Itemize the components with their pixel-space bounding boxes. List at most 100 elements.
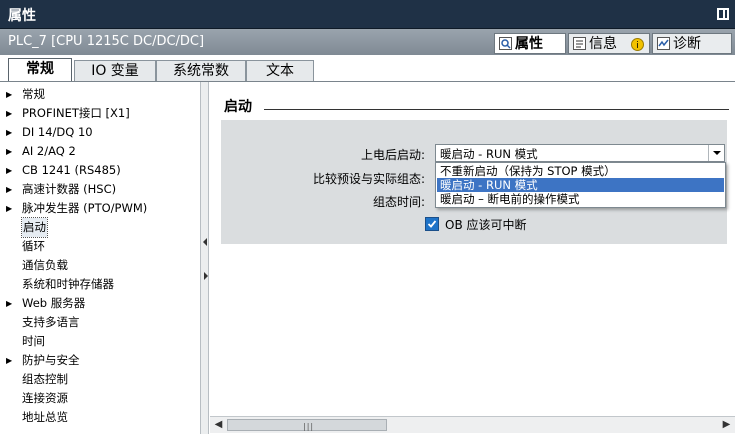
tree-item[interactable]: ▶ 防护与安全 bbox=[0, 351, 196, 370]
properties-tab-label: 属性 bbox=[515, 36, 543, 52]
diagnostics-tab-label: 诊断 bbox=[673, 36, 701, 52]
tab-io-tags-label: IO 变量 bbox=[91, 63, 139, 79]
panel-title: 属性 bbox=[8, 8, 36, 24]
property-tabs: 常规 IO 变量 系统常数 文本 bbox=[0, 55, 735, 83]
option-label: 暖启动 - RUN 模式 bbox=[440, 178, 538, 192]
compare-label: 比较预设与实际组态: bbox=[312, 172, 425, 186]
scroll-right-icon[interactable]: ▶ bbox=[719, 418, 734, 432]
option-label: 暖启动 – 断电前的操作模式 bbox=[440, 192, 580, 206]
device-header: PLC_7 [CPU 1215C DC/DC/DC] 属性 信息 i 诊断 bbox=[0, 29, 735, 55]
option-warm-restart-run[interactable]: 暖启动 - RUN 模式 bbox=[437, 178, 724, 192]
tab-io-tags[interactable]: IO 变量 bbox=[74, 60, 156, 82]
tree-item-label: 通信负载 bbox=[22, 258, 68, 272]
startup-panel: 上电后启动: 比较预设与实际组态: 组态时间: 暖启动 - RUN 模式 不重新… bbox=[221, 120, 727, 244]
info-tab[interactable]: 信息 i bbox=[568, 33, 650, 54]
tab-general[interactable]: 常规 bbox=[8, 58, 72, 83]
tree-item[interactable]: 连接资源 bbox=[0, 389, 196, 408]
tree-item-label: 系统和时钟存储器 bbox=[22, 277, 114, 291]
tab-general-label: 常规 bbox=[26, 61, 54, 77]
checkmark-icon bbox=[427, 220, 437, 228]
tree-item[interactable]: ▶ AI 2/AQ 2 bbox=[0, 142, 196, 161]
tree-item[interactable]: 时间 bbox=[0, 332, 196, 351]
diagnostics-tab[interactable]: 诊断 bbox=[652, 33, 732, 54]
tree-item[interactable]: 启动 bbox=[0, 217, 196, 238]
tree-item[interactable]: ▶ CB 1241 (RS485) bbox=[0, 161, 196, 180]
scrollbar-thumb[interactable]: ||| bbox=[227, 419, 387, 431]
info-list-icon bbox=[573, 37, 586, 50]
expand-arrow-icon[interactable]: ▶ bbox=[6, 180, 12, 199]
startup-select[interactable]: 暖启动 - RUN 模式 bbox=[435, 144, 725, 162]
device-name: PLC_7 [CPU 1215C DC/DC/DC] bbox=[8, 34, 205, 49]
tree-item-label: 支持多语言 bbox=[22, 315, 80, 329]
tree-item-label: 脉冲发生器 (PTO/PWM) bbox=[22, 201, 148, 215]
tree-item-label: CB 1241 (RS485) bbox=[22, 163, 121, 177]
option-warm-restart-previous[interactable]: 暖启动 – 断电前的操作模式 bbox=[437, 192, 724, 206]
tree-item[interactable]: ▶ Web 服务器 bbox=[0, 294, 196, 313]
tree-item[interactable]: ▶ 脉冲发生器 (PTO/PWM) bbox=[0, 199, 196, 218]
panel-titlebar: 属性 bbox=[0, 0, 735, 29]
tree-item[interactable]: 系统和时钟存储器 bbox=[0, 275, 196, 294]
content-area: 启动 上电后启动: 比较预设与实际组态: 组态时间: 暖启动 - RUN 模式 … bbox=[210, 82, 735, 434]
option-label: 不重新启动（保持为 STOP 模式） bbox=[440, 164, 616, 178]
tree-item-label: Web 服务器 bbox=[22, 296, 86, 310]
startup-select-button[interactable] bbox=[708, 145, 724, 161]
tree-item[interactable]: 循环 bbox=[0, 237, 196, 256]
startup-options-list: 不重新启动（保持为 STOP 模式） 暖启动 - RUN 模式 暖启动 – 断电… bbox=[435, 162, 726, 208]
chevron-down-icon bbox=[713, 151, 721, 155]
tree-item-label: PROFINET接口 [X1] bbox=[22, 106, 130, 120]
info-icon: i bbox=[631, 38, 644, 51]
expand-arrow-icon[interactable]: ▶ bbox=[6, 142, 12, 161]
horizontal-scrollbar[interactable]: ◀ ||| ▶ bbox=[210, 416, 735, 433]
tab-texts-label: 文本 bbox=[266, 63, 294, 79]
startup-select-value: 暖启动 - RUN 模式 bbox=[440, 147, 538, 161]
scroll-left-icon[interactable]: ◀ bbox=[211, 418, 226, 432]
collapse-left-icon[interactable] bbox=[203, 238, 207, 246]
tree-item-label: 连接资源 bbox=[22, 391, 68, 405]
tree-item-label: 防护与安全 bbox=[22, 353, 80, 367]
tree-item-label: 组态控制 bbox=[22, 372, 68, 386]
svg-text:i: i bbox=[636, 41, 639, 51]
tab-system-constants[interactable]: 系统常数 bbox=[156, 60, 246, 82]
splitter[interactable] bbox=[200, 82, 209, 434]
section-title: 启动 bbox=[224, 99, 252, 115]
expand-arrow-icon[interactable]: ▶ bbox=[6, 199, 12, 218]
tree-item[interactable]: ▶ 常规 bbox=[0, 85, 196, 104]
tree-item[interactable]: ▶ DI 14/DQ 10 bbox=[0, 123, 196, 142]
tree-item[interactable]: ▶ PROFINET接口 [X1] bbox=[0, 104, 196, 123]
option-no-restart[interactable]: 不重新启动（保持为 STOP 模式） bbox=[437, 164, 724, 178]
tree-item-label: 循环 bbox=[22, 239, 45, 253]
property-tree: ▶ 常规 ▶ PROFINET接口 [X1] ▶ DI 14/DQ 10 ▶ AI 2/AQ … bbox=[0, 82, 200, 434]
expand-arrow-icon[interactable]: ▶ bbox=[6, 85, 12, 104]
expand-arrow-icon[interactable]: ▶ bbox=[6, 104, 12, 123]
expand-arrow-icon[interactable]: ▶ bbox=[6, 161, 12, 180]
section-rule bbox=[264, 109, 729, 110]
tree-item-label: 时间 bbox=[22, 334, 45, 348]
startup-label: 上电后启动: bbox=[360, 148, 425, 162]
expand-arrow-icon[interactable]: ▶ bbox=[6, 351, 12, 370]
info-tab-label: 信息 bbox=[589, 36, 617, 52]
tree-item-label: 启动 bbox=[21, 217, 48, 238]
config-time-label: 组态时间: bbox=[372, 195, 425, 209]
window-layout-icon[interactable] bbox=[717, 8, 729, 20]
tree-item-label: AI 2/AQ 2 bbox=[22, 144, 76, 158]
tree-item[interactable]: 地址总览 bbox=[0, 408, 196, 427]
properties-icon bbox=[499, 37, 512, 50]
diagnostics-icon bbox=[657, 37, 670, 50]
expand-right-icon[interactable] bbox=[204, 272, 208, 280]
tree-item[interactable]: 支持多语言 bbox=[0, 313, 196, 332]
tree-item-label: 地址总览 bbox=[22, 410, 68, 424]
ob-interruptible-label: OB 应该可中断 bbox=[445, 218, 527, 232]
tree-item[interactable]: 组态控制 bbox=[0, 370, 196, 389]
tree-item-label: 高速计数器 (HSC) bbox=[22, 182, 117, 196]
ob-interruptible-checkbox[interactable] bbox=[425, 217, 439, 231]
tree-item[interactable]: 通信负载 bbox=[0, 256, 196, 275]
grip-icon: ||| bbox=[303, 422, 315, 431]
tab-system-constants-label: 系统常数 bbox=[173, 63, 229, 79]
tree-item-label: DI 14/DQ 10 bbox=[22, 125, 93, 139]
expand-arrow-icon[interactable]: ▶ bbox=[6, 294, 12, 313]
tree-item[interactable]: ▶ 高速计数器 (HSC) bbox=[0, 180, 196, 199]
properties-tab[interactable]: 属性 bbox=[494, 33, 566, 54]
tab-texts[interactable]: 文本 bbox=[246, 60, 314, 82]
expand-arrow-icon[interactable]: ▶ bbox=[6, 123, 12, 142]
tree-item-label: 常规 bbox=[22, 87, 45, 101]
